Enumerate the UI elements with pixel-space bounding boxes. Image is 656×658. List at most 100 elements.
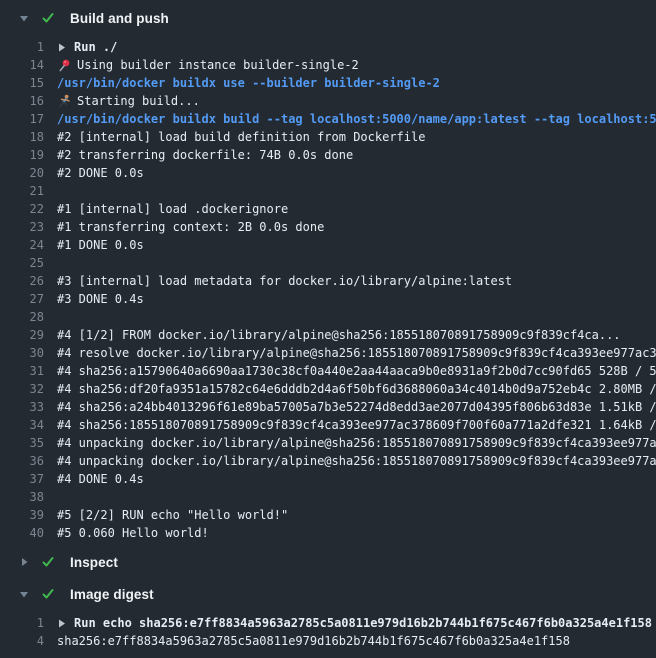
chevron-down-icon[interactable] xyxy=(19,13,29,23)
log-line: 38 xyxy=(0,488,656,506)
log-line: 1 Run ./ xyxy=(0,38,656,56)
log-line-text: #5 [2/2] RUN echo "Hello world!" xyxy=(57,506,288,524)
line-number-link[interactable]: 38 xyxy=(0,488,44,506)
line-number-link[interactable]: 34 xyxy=(0,416,44,434)
line-number-link[interactable]: 30 xyxy=(0,344,44,362)
step-log-lines: 1 Run echo sha256:e7ff8834a5963a2785c5a08… xyxy=(0,610,656,654)
log-line-text: #4 [1/2] FROM docker.io/library/alpine@s… xyxy=(57,326,621,344)
line-number-link[interactable]: 24 xyxy=(0,236,44,254)
log-text: /usr/bin/docker buildx use --builder bui… xyxy=(57,74,440,92)
log-line-text: #4 DONE 0.4s xyxy=(57,470,144,488)
line-number-link[interactable]: 17 xyxy=(0,110,44,128)
log-text: Run ./ xyxy=(74,38,117,56)
log-line-text: #1 transferring context: 2B 0.0s done xyxy=(57,218,324,236)
log-line-text: #4 sha256:a15790640a6690aa1730c38cf0a440… xyxy=(57,362,656,380)
line-number-link[interactable]: 23 xyxy=(0,218,44,236)
group-expand-icon[interactable] xyxy=(57,43,66,52)
log-line: 26 #3 [internal] load metadata for docker… xyxy=(0,272,656,290)
runner-icon xyxy=(57,94,71,108)
group-expand-icon[interactable] xyxy=(57,619,66,628)
log-text: #4 [1/2] FROM docker.io/library/alpine@s… xyxy=(57,326,621,344)
log-line-text: #4 sha256:a24bb4013296f61e89ba57005a7b3e… xyxy=(57,398,656,416)
log-line-text: sha256:e7ff8834a5963a2785c5a0811e979d16b… xyxy=(57,632,570,650)
line-number-link[interactable]: 27 xyxy=(0,290,44,308)
log-text: #1 transferring context: 2B 0.0s done xyxy=(57,218,324,236)
log-line: 17/usr/bin/docker buildx build --tag loc… xyxy=(0,110,656,128)
log-line: 28 xyxy=(0,308,656,326)
log-line-text: #4 resolve docker.io/library/alpine@sha2… xyxy=(57,344,656,362)
log-text: sha256:e7ff8834a5963a2785c5a0811e979d16b… xyxy=(57,632,570,650)
line-number-link[interactable]: 32 xyxy=(0,380,44,398)
success-check-icon xyxy=(41,555,55,569)
line-number-link[interactable]: 28 xyxy=(0,308,44,326)
log-text: #2 [internal] load build definition from… xyxy=(57,128,425,146)
log-text: #4 sha256:185518070891758909c9f839cf4ca3… xyxy=(57,416,656,434)
log-line-text: Using builder instance builder-single-2 xyxy=(57,56,359,74)
step-header-build-and-push[interactable]: Build and push xyxy=(0,2,656,34)
line-number-link[interactable]: 35 xyxy=(0,434,44,452)
log-line: 4 sha256:e7ff8834a5963a2785c5a0811e979d16… xyxy=(0,632,656,650)
log-line-text: #1 [internal] load .dockerignore xyxy=(57,200,288,218)
step-section-build-and-push: Build and push 1 Run ./ 14 Using builder in… xyxy=(0,2,656,546)
log-text: #5 [2/2] RUN echo "Hello world!" xyxy=(57,506,288,524)
log-line: 24 #1 DONE 0.0s xyxy=(0,236,656,254)
chevron-down-icon[interactable] xyxy=(19,589,29,599)
step-section-inspect: Inspect xyxy=(0,546,656,578)
log-line-text: #4 sha256:185518070891758909c9f839cf4ca3… xyxy=(57,416,656,434)
log-line: 40#5 0.060 Hello world! xyxy=(0,524,656,542)
line-number-link[interactable]: 22 xyxy=(0,200,44,218)
log-line-text: #4 sha256:df20fa9351a15782c64e6dddb2d4a6… xyxy=(57,380,656,398)
line-number-link[interactable]: 1 xyxy=(0,614,44,632)
log-text: #4 unpacking docker.io/library/alpine@sh… xyxy=(57,434,656,452)
log-line: 32 #4 sha256:df20fa9351a15782c64e6dddb2d4… xyxy=(0,380,656,398)
workflow-log-viewer: Build and push 1Run ./14Using builder in… xyxy=(0,2,656,654)
log-line: 19 #2 transferring dockerfile: 74B 0.0s d… xyxy=(0,146,656,164)
line-number-link[interactable]: 33 xyxy=(0,398,44,416)
log-text: #4 sha256:a15790640a6690aa1730c38cf0a440… xyxy=(57,362,656,380)
log-group-line[interactable]: Run ./ xyxy=(57,38,117,56)
log-line: 14 Using builder instance builder-single-… xyxy=(0,56,656,74)
line-number-link[interactable]: 29 xyxy=(0,326,44,344)
line-number-link[interactable]: 19 xyxy=(0,146,44,164)
log-text: Run echo sha256:e7ff8834a5963a2785c5a081… xyxy=(74,614,652,632)
line-number-link[interactable]: 1 xyxy=(0,38,44,56)
line-number-link[interactable]: 4 xyxy=(0,632,44,650)
log-line-text: Starting build... xyxy=(57,92,200,110)
line-number-link[interactable]: 25 xyxy=(0,254,44,272)
step-header-image-digest[interactable]: Image digest xyxy=(0,578,656,610)
log-line-text: #4 unpacking docker.io/library/alpine@sh… xyxy=(57,452,656,470)
line-number-link[interactable]: 31 xyxy=(0,362,44,380)
log-line: 35 #4 unpacking docker.io/library/alpine@… xyxy=(0,434,656,452)
line-number-link[interactable]: 26 xyxy=(0,272,44,290)
success-check-icon xyxy=(41,11,55,25)
line-number-link[interactable]: 40 xyxy=(0,524,44,542)
log-line: 34 #4 sha256:185518070891758909c9f839cf4c… xyxy=(0,416,656,434)
line-number-link[interactable]: 16 xyxy=(0,92,44,110)
log-text: #2 DONE 0.0s xyxy=(57,164,144,182)
line-number-link[interactable]: 21 xyxy=(0,182,44,200)
log-line: 1 Run echo sha256:e7ff8834a5963a2785c5a08… xyxy=(0,614,656,632)
line-number-link[interactable]: 18 xyxy=(0,128,44,146)
log-text: #3 DONE 0.4s xyxy=(57,290,144,308)
log-text: #1 DONE 0.0s xyxy=(57,236,144,254)
log-text: #3 [internal] load metadata for docker.i… xyxy=(57,272,512,290)
log-text: #1 [internal] load .dockerignore xyxy=(57,200,288,218)
log-group-line[interactable]: Run echo sha256:e7ff8834a5963a2785c5a081… xyxy=(57,614,652,632)
line-number-link[interactable]: 36 xyxy=(0,452,44,470)
line-number-link[interactable]: 37 xyxy=(0,470,44,488)
line-number-link[interactable]: 20 xyxy=(0,164,44,182)
log-line: 36 #4 unpacking docker.io/library/alpine@… xyxy=(0,452,656,470)
log-text: Starting build... xyxy=(77,92,200,110)
log-line: 21 xyxy=(0,182,656,200)
log-line-text: #2 transferring dockerfile: 74B 0.0s don… xyxy=(57,146,353,164)
log-line: 33 #4 sha256:a24bb4013296f61e89ba57005a7b… xyxy=(0,398,656,416)
line-number-link[interactable]: 14 xyxy=(0,56,44,74)
step-header-inspect[interactable]: Inspect xyxy=(0,546,656,578)
step-title: Image digest xyxy=(70,587,154,602)
log-line: 30 #4 resolve docker.io/library/alpine@sh… xyxy=(0,344,656,362)
chevron-right-icon[interactable] xyxy=(19,557,29,567)
line-number-link[interactable]: 15 xyxy=(0,74,44,92)
log-text: #4 DONE 0.4s xyxy=(57,470,144,488)
log-text: #4 sha256:a24bb4013296f61e89ba57005a7b3e… xyxy=(57,398,656,416)
line-number-link[interactable]: 39 xyxy=(0,506,44,524)
